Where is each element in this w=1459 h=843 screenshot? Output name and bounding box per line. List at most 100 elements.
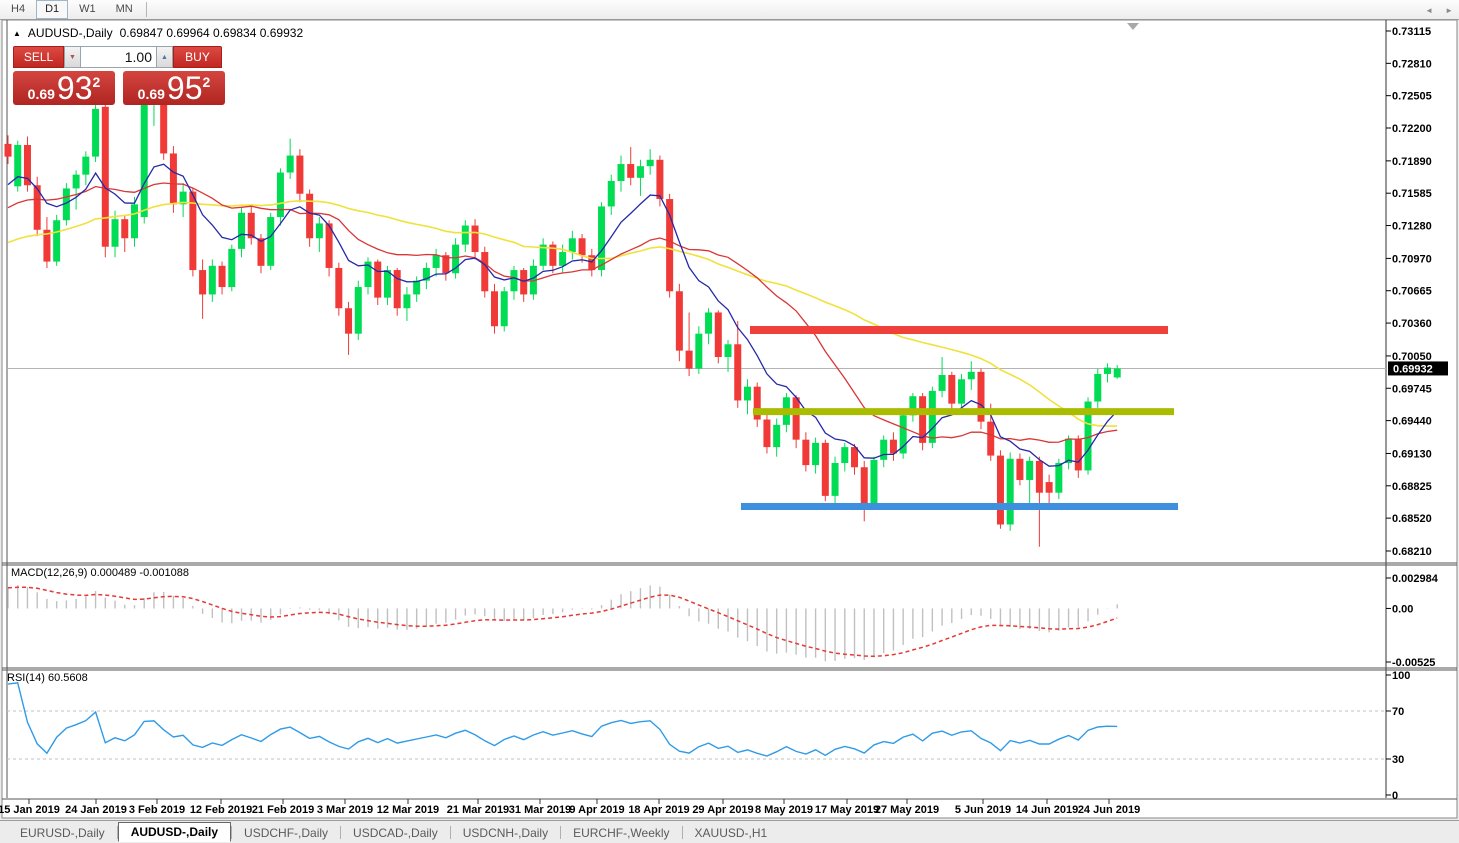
- chart-title: ▲ AUDUSD-,Daily 0.69847 0.69964 0.69834 …: [13, 26, 303, 40]
- sell-price-prefix: 0.69: [27, 86, 55, 102]
- candle-body: [1094, 373, 1102, 402]
- price-axis-label: 0.70050: [1392, 351, 1432, 363]
- candle-body: [646, 159, 654, 167]
- candle-body: [958, 379, 966, 404]
- tab-scroll-left-icon[interactable]: ◄: [1425, 6, 1433, 15]
- price-axis-label: 0.72505: [1392, 91, 1432, 103]
- candle-body: [160, 100, 168, 154]
- date-axis-label: 12 Feb 2019: [190, 804, 252, 816]
- price-axis-label: 0.72200: [1392, 123, 1432, 135]
- price-axis-label: 0.73115: [1392, 26, 1431, 38]
- chart-canvas[interactable]: 0.73115 0.72810 0.72505 0.72200 0.71890 0.715…: [0, 0, 1459, 843]
- macd-axis-label: 0.00: [1392, 603, 1413, 615]
- candle-body: [101, 106, 109, 247]
- symbol-tab-eurchfweekly[interactable]: EURCHF-,Weekly: [561, 824, 681, 842]
- price-axis-label: 0.68825: [1392, 481, 1432, 493]
- macd-axis-label: 0.002984: [1392, 573, 1439, 585]
- macd-indicator-label: MACD(12,26,9) 0.000489 -0.001088: [11, 567, 189, 579]
- date-axis-label: 14 Jun 2019: [1016, 804, 1078, 816]
- candle-body: [218, 265, 226, 288]
- candle-body: [967, 371, 975, 380]
- candle-body: [724, 344, 732, 357]
- candle-body: [471, 225, 479, 253]
- candle-body: [880, 439, 888, 460]
- chart-title-ohlc: 0.69847 0.69964 0.69834 0.69932: [119, 26, 304, 40]
- date-axis-label: 31 Mar 2019: [509, 804, 571, 816]
- date-axis-label: 21 Feb 2019: [252, 804, 314, 816]
- rsi-indicator-label: RSI(14) 60.5608: [7, 672, 88, 684]
- date-axis-label: 27 May 2019: [875, 804, 939, 816]
- candle-body: [987, 421, 995, 456]
- symbol-tab-xauusdh1[interactable]: XAUUSD-,H1: [683, 824, 780, 842]
- candle-body: [1016, 458, 1024, 480]
- candle-body: [491, 291, 498, 327]
- candle-body: [510, 270, 518, 292]
- date-axis-label: 9 Apr 2019: [569, 804, 624, 816]
- collapse-triangle-icon[interactable]: ▲: [13, 29, 21, 38]
- price-axis-label: 0.68210: [1392, 546, 1432, 558]
- price-axis-label: 0.70360: [1392, 318, 1432, 330]
- symbol-tab-usdcaddaily[interactable]: USDCAD-,Daily: [341, 824, 450, 842]
- candle-body: [72, 174, 80, 189]
- price-axis-label: 0.70970: [1392, 253, 1432, 265]
- volume-increase-button[interactable]: ▲: [156, 46, 173, 68]
- volume-input[interactable]: 1.00: [81, 46, 156, 68]
- candle-body: [734, 344, 742, 401]
- candle-body: [763, 419, 771, 448]
- candle-body: [82, 156, 90, 175]
- sell-quote-box[interactable]: 0.69 93 2: [13, 71, 115, 105]
- candle-body: [481, 252, 489, 292]
- sell-button[interactable]: SELL: [13, 46, 64, 68]
- tab-scroll-right-icon[interactable]: ►: [1445, 6, 1453, 15]
- candle-body: [675, 291, 683, 351]
- candle-body: [1026, 460, 1034, 480]
- date-axis-label: 29 Apr 2019: [692, 804, 753, 816]
- candle-body: [14, 144, 22, 187]
- candle-body: [841, 447, 849, 464]
- volume-decrease-button[interactable]: ▼: [64, 46, 81, 68]
- candle-body: [335, 267, 343, 309]
- price-axis-label: 0.68520: [1392, 513, 1432, 525]
- candle-body: [461, 225, 469, 245]
- candle-body: [598, 206, 606, 271]
- candle-body: [169, 153, 177, 205]
- rsi-axis-label: 30: [1392, 754, 1404, 766]
- candle-body: [792, 397, 800, 440]
- date-axis-label: 3 Mar 2019: [317, 804, 373, 816]
- candle-body: [315, 223, 323, 239]
- candle-body: [4, 143, 12, 157]
- candle-body: [1006, 458, 1014, 525]
- sell-price-point: 2: [92, 74, 101, 90]
- candle-body: [773, 424, 781, 448]
- symbol-tab-usdchfdaily[interactable]: USDCHF-,Daily: [232, 824, 340, 842]
- candle-body: [743, 386, 751, 401]
- chart-title-symbol: AUDUSD-,Daily: [27, 26, 113, 40]
- candle-body: [802, 439, 810, 466]
- date-axis-label: 21 Mar 2019: [447, 804, 509, 816]
- symbol-tab-eurusddaily[interactable]: EURUSD-,Daily: [8, 824, 117, 842]
- price-axis-label: 0.71585: [1392, 188, 1432, 200]
- candle-body: [578, 238, 586, 256]
- price-axis-label: 0.71280: [1392, 221, 1432, 233]
- candle-body: [413, 280, 421, 295]
- rsi-axis-label: 100: [1392, 670, 1410, 682]
- trade-panel-controls: SELL ▼ 1.00 ▲ BUY: [13, 46, 226, 68]
- candle-body: [996, 455, 1004, 525]
- macd-axis-label: -0.00525: [1392, 657, 1435, 669]
- buy-button[interactable]: BUY: [173, 46, 222, 68]
- candle-body: [520, 270, 528, 295]
- rsi-axis-label: 0: [1392, 790, 1398, 802]
- symbol-tab-usdcnhdaily[interactable]: USDCNH-,Daily: [451, 824, 560, 842]
- candle-body: [345, 308, 353, 334]
- price-axis-label: 0.71890: [1392, 156, 1432, 168]
- buy-quote-box[interactable]: 0.69 95 2: [123, 71, 225, 105]
- candle-body: [228, 248, 236, 288]
- symbol-tab-audusddaily[interactable]: AUDUSD-,Daily: [117, 821, 232, 842]
- candle-body: [257, 238, 265, 266]
- candle-body: [685, 350, 693, 369]
- candle-body: [860, 467, 868, 506]
- candle-body: [714, 312, 722, 357]
- date-axis-label: 24 Jan 2019: [65, 804, 127, 816]
- candle-body: [889, 439, 897, 454]
- candle-body: [500, 291, 508, 327]
